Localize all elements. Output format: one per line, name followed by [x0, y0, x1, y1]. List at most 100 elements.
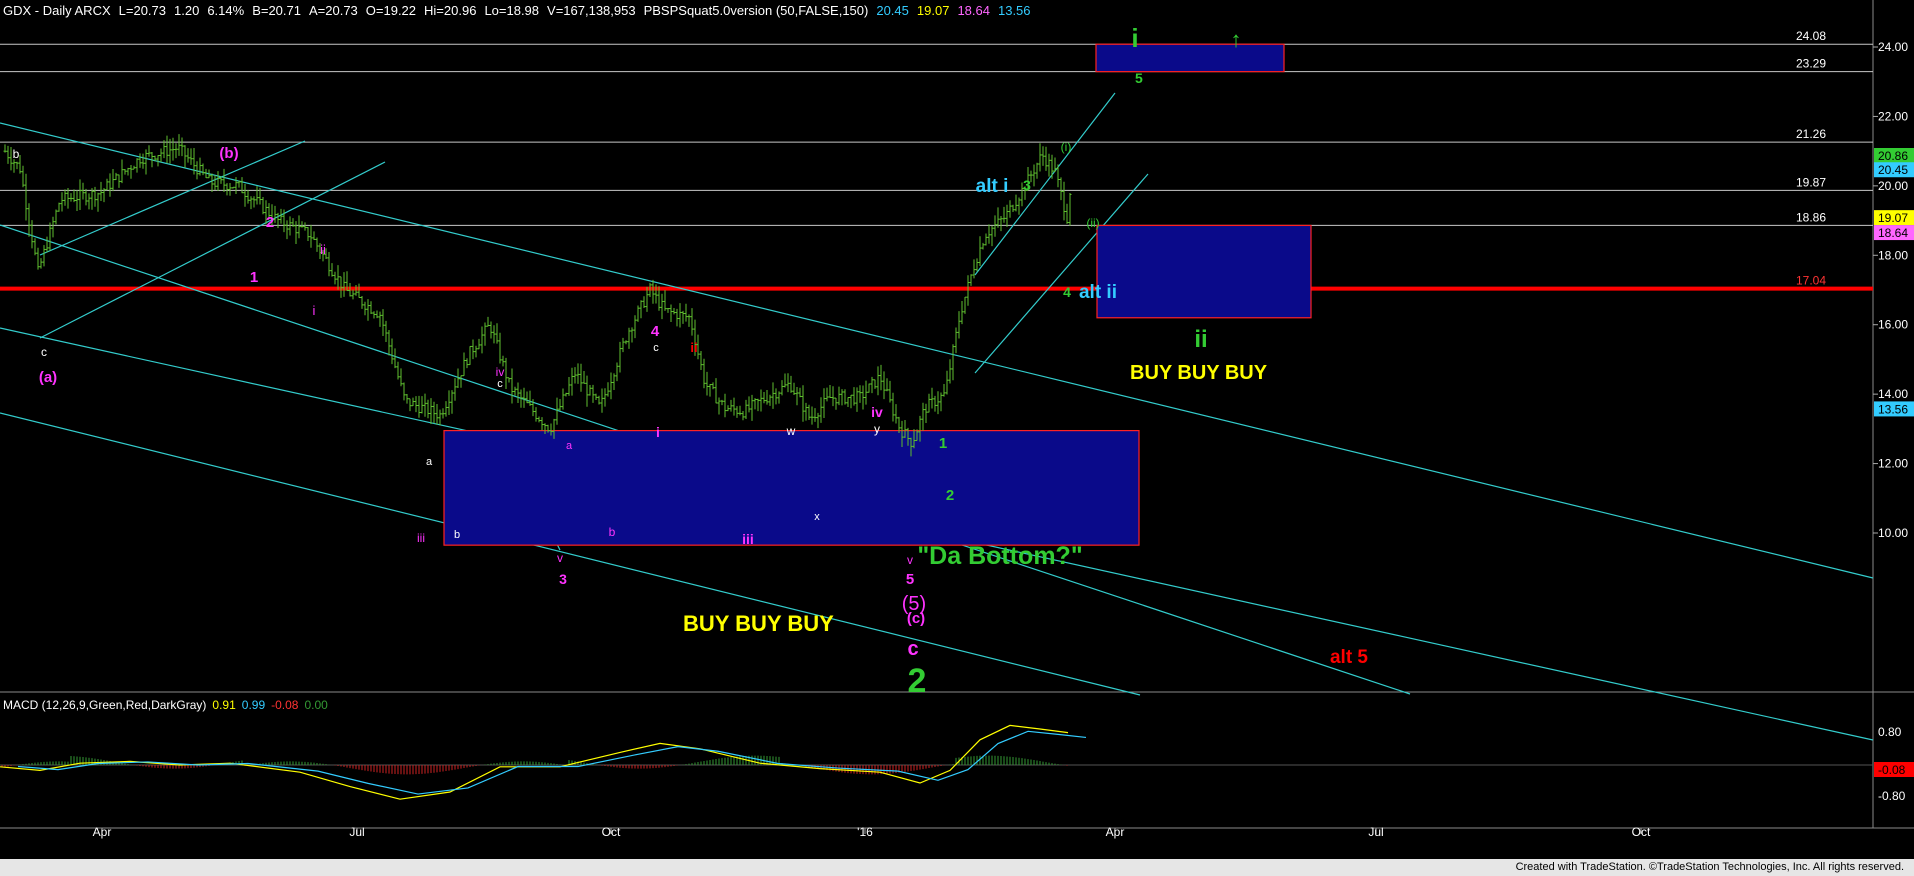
wave-label-41: 4 — [1063, 284, 1071, 300]
level-label-2: 21.26 — [1796, 127, 1826, 141]
wave-label-17: a — [566, 440, 573, 452]
last-price: L=20.73 — [118, 3, 166, 18]
macd-value-4: 0.00 — [304, 698, 328, 712]
wave-label-32: c — [907, 638, 918, 660]
macd-tick-label-0: 0.80 — [1878, 725, 1902, 739]
price-tick-label-1: 22.00 — [1878, 109, 1908, 123]
wave-label-11: iii — [417, 531, 425, 545]
buy-zone-upper-label: BUY BUY BUY — [1130, 362, 1268, 384]
wave-label-24: w — [786, 424, 796, 438]
macd-value-1: 0.91 — [212, 698, 236, 712]
level-label-5: 17.04 — [1796, 274, 1826, 288]
wave-label-37: alt i — [976, 176, 1009, 197]
wave-label-5: 1 — [250, 269, 258, 286]
wave-label-14: c — [497, 378, 503, 390]
wave-label-25: x — [814, 511, 820, 523]
time-tick-label-0: Apr — [93, 825, 112, 839]
wave-label-35: 1 — [939, 435, 947, 452]
price-marker-label-1: 20.45 — [1878, 163, 1908, 177]
wave-label-27: iv — [871, 404, 883, 420]
indicator-value-2: 19.07 — [916, 3, 950, 18]
macd-value-3: -0.08 — [271, 698, 299, 712]
wave-label-13: iv — [496, 365, 505, 379]
price-tick-label-2: 20.00 — [1878, 179, 1908, 193]
wave-label-43: ii — [1194, 326, 1207, 353]
wave-label-6: ii — [320, 242, 326, 257]
macd-label: MACD (12,26,9,Green,Red,DarkGray) — [3, 698, 207, 712]
wave-label-28: v — [907, 553, 913, 567]
wave-label-21: ii — [690, 340, 697, 355]
macd-value-2: 0.99 — [241, 698, 266, 712]
chart-header: GDX - Daily ARCX L=20.73 1.20 6.14% B=20.71 A… — [3, 3, 1039, 18]
target-box-label: 5 — [1135, 70, 1143, 86]
level-label-3: 19.87 — [1796, 175, 1826, 189]
wave-label-9: (a) — [39, 369, 57, 386]
level-label-4: 18.86 — [1796, 210, 1826, 224]
macd-tick-label-1: -0.80 — [1878, 789, 1906, 803]
wave-label-0: i — [1131, 23, 1138, 53]
buy-zone-upper — [1096, 224, 1312, 319]
volume-value: V=167,138,953 — [547, 3, 636, 18]
level-label-0: 24.08 — [1796, 29, 1826, 43]
wave-label-16: 3 — [559, 571, 567, 587]
level-label-1: 23.29 — [1796, 57, 1826, 71]
wave-label-23: iii — [742, 531, 754, 547]
macd-marker-label-0: -0.08 — [1878, 763, 1906, 777]
footer-credit: Created with TradeStation. ©TradeStation… — [1511, 860, 1908, 874]
bid-value: B=20.71 — [252, 3, 301, 18]
wave-label-7: i — [313, 303, 316, 318]
wave-label-20: c — [653, 342, 659, 354]
price-marker-label-3: 18.64 — [1878, 226, 1908, 240]
price-tick-label-6: 12.00 — [1878, 457, 1908, 471]
wave-label-39: (i) — [1061, 140, 1072, 154]
wave-label-15: v — [557, 551, 563, 565]
wave-label-34: "Da Bottom?" — [917, 542, 1082, 570]
wave-label-42: alt ii — [1079, 282, 1117, 303]
price-marker-label-0: 20.86 — [1878, 149, 1908, 163]
indicator-label: PBSPSquat5.0version (50,FALSE,150) — [643, 3, 869, 18]
open-value: O=19.22 — [365, 3, 417, 18]
wave-label-2: b — [13, 147, 20, 161]
price-tick-label-5: 14.00 — [1878, 387, 1908, 401]
symbol-label: GDX - Daily ARCX — [3, 3, 111, 18]
time-tick-label-6: Oct — [1632, 825, 1651, 839]
high-value: Hi=20.96 — [424, 3, 477, 18]
buy-zone-lower — [443, 429, 1140, 546]
wave-label-40: (ii) — [1086, 216, 1099, 230]
wave-label-29: 5 — [906, 571, 914, 588]
wave-label-8: c — [41, 345, 47, 359]
wave-label-33: 2 — [908, 662, 927, 700]
change-pct: 6.14% — [207, 3, 245, 18]
indicator-value-4: 13.56 — [997, 3, 1031, 18]
macd-header: MACD (12,26,9,Green,Red,DarkGray) 0.91 0.9… — [3, 698, 334, 712]
wave-label-18: b — [609, 525, 616, 539]
price-tick-label-0: 24.00 — [1878, 40, 1908, 54]
time-tick-label-1: Jul — [349, 825, 364, 839]
wave-label-31: (c) — [907, 610, 925, 627]
price-marker-label-2: 19.07 — [1878, 211, 1908, 225]
wave-label-1: ↑ — [1231, 27, 1242, 52]
price-tick-label-3: 18.00 — [1878, 248, 1908, 262]
wave-label-44: alt 5 — [1330, 647, 1368, 668]
wave-label-19: 4 — [651, 323, 660, 340]
buy-zone-lower-label: BUY BUY BUY — [683, 611, 834, 636]
wave-label-22: i — [656, 424, 660, 440]
wave-label-3: (b) — [219, 145, 238, 162]
indicator-value-3: 18.64 — [957, 3, 990, 18]
wave-label-26: y — [874, 422, 880, 436]
indicator-value-1: 20.45 — [876, 3, 909, 18]
wave-label-4: 2 — [266, 214, 274, 231]
low-value: Lo=18.98 — [484, 3, 540, 18]
time-tick-label-5: Jul — [1368, 825, 1383, 839]
wave-label-38: 3 — [1023, 177, 1031, 193]
wave-label-36: 2 — [946, 487, 954, 504]
change-value: 1.20 — [174, 3, 200, 18]
time-tick-label-3: '16 — [857, 825, 873, 839]
time-tick-label-2: Oct — [602, 825, 621, 839]
price-tick-label-4: 16.00 — [1878, 318, 1908, 332]
time-tick-label-4: Apr — [1106, 825, 1125, 839]
chart-canvas[interactable]: 24.08 23.29 21.26 19.87 18.86 17.04 5 BUY BUY … — [0, 0, 1914, 876]
target-box — [1095, 43, 1285, 73]
price-tick-label-7: 10.00 — [1878, 526, 1908, 540]
price-marker-label-4: 13.56 — [1878, 402, 1908, 416]
